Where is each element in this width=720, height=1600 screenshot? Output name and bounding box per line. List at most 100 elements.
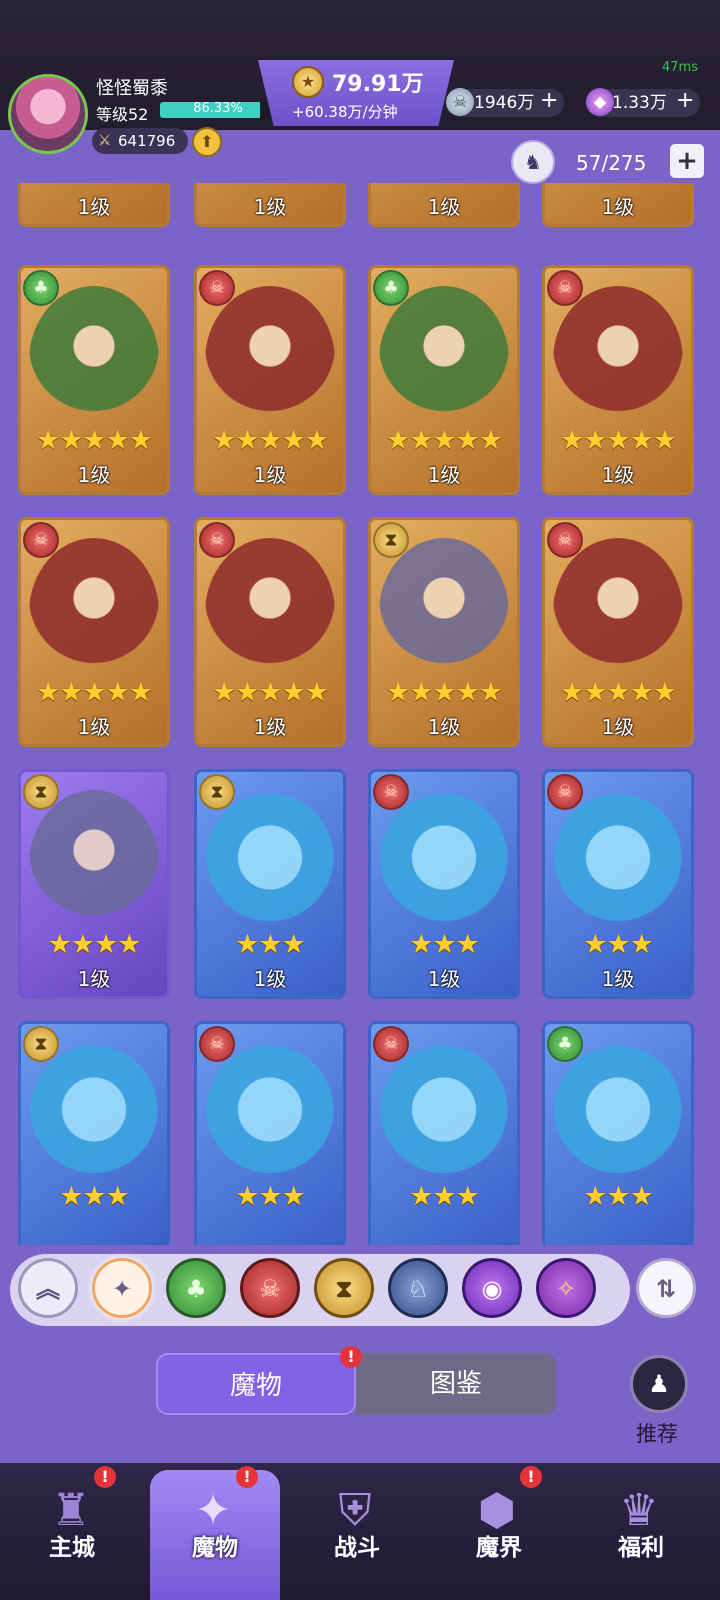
monster-count: 57/275 (576, 151, 647, 175)
gold-amount: 79.91万 (332, 72, 424, 97)
monster-portrait (553, 1042, 683, 1192)
sword-icon: ⚔ (98, 131, 112, 149)
demon-element-icon: ☠ (373, 774, 409, 810)
monster-card[interactable]: ☠ ★★★ 1级 (368, 769, 520, 999)
monster-card[interactable]: ⧗ ★★★★★ 1级 (368, 517, 520, 747)
demon-element-icon: ☠ (199, 522, 235, 558)
star-rating: ★★★ (409, 1181, 480, 1212)
monster-portrait (29, 286, 159, 436)
nature-element-icon: ♣ (23, 270, 59, 306)
star-rating: ★★★ (583, 1181, 654, 1212)
star-rating: ★★★ (409, 929, 480, 960)
time-element-icon[interactable]: ⧗ (314, 1258, 374, 1318)
dragon-element-icon[interactable]: ♘ (388, 1258, 448, 1318)
demon-element-icon: ☠ (547, 522, 583, 558)
nature-element-icon: ♣ (547, 1026, 583, 1062)
sort-icon[interactable]: ⇅ (636, 1258, 696, 1318)
silver-coin-icon: ☠ (446, 88, 474, 116)
add-silver-button[interactable]: + (540, 88, 558, 113)
monster-portrait (553, 790, 683, 940)
monster-count-icon: ♞ (511, 140, 555, 184)
gem-icon: ◆ (586, 88, 614, 116)
recommend-label[interactable]: 推荐 (636, 1418, 678, 1448)
monster-level: 1级 (253, 195, 287, 219)
nav-main-city[interactable]: 主城 (12, 1528, 132, 1562)
monster-portrait (29, 538, 159, 688)
monster-card[interactable]: ♣★★★★★1级 (368, 265, 520, 495)
monster-level: 1级 (601, 195, 635, 219)
monster-level: 1级 (427, 967, 461, 991)
monster-card[interactable]: ☠★★★★★1级 (18, 517, 170, 747)
time-element-icon: ⧗ (23, 1026, 59, 1062)
nav-monster[interactable]: 魔物 (155, 1528, 275, 1562)
nature-element-icon: ♣ (373, 270, 409, 306)
star-rating: ★★★★★ (35, 677, 153, 708)
monster-portrait (553, 286, 683, 436)
collapse-icon[interactable]: ︽ (18, 1258, 78, 1318)
nature-element-icon[interactable]: ♣ (166, 1258, 226, 1318)
monster-level: 1级 (601, 967, 635, 991)
star-rating: ★★★★★ (545, 183, 691, 188)
monster-portrait (553, 538, 683, 688)
upgrade-arrow-icon[interactable]: ⬆ (192, 127, 222, 157)
monster-portrait (379, 286, 509, 436)
monster-card[interactable]: ☠★★★★★1级 (194, 265, 346, 495)
monster-level: 1级 (253, 715, 287, 739)
ping-indicator: 47ms (662, 60, 698, 75)
monster-grid: ♣ ★★★★★ 1级 ☠ ★★★★★ 1级 ♣ ★★★★★ 1级 ☠ ★★★★★ 1级 ♣ ★★★★★ 1级… (0, 183, 720, 1245)
monster-portrait (205, 790, 335, 940)
chaos-element-icon[interactable]: ✧ (536, 1258, 596, 1318)
star-rating: ★★★★★ (21, 183, 167, 188)
monster-portrait (205, 1042, 335, 1192)
monster-card[interactable]: ♣★★★★★1级 (18, 183, 170, 227)
all-elements-icon[interactable]: ✦ (92, 1258, 152, 1318)
tab-codex[interactable]: 图鉴 (356, 1353, 556, 1415)
add-gem-button[interactable]: + (676, 88, 694, 113)
star-rating: ★★★★★ (385, 425, 503, 456)
demon-element-icon[interactable]: ☠ (240, 1258, 300, 1318)
monster-card[interactable]: ☠ ★★★ (368, 1021, 520, 1245)
monster-portrait (29, 790, 159, 940)
monster-card[interactable]: ♣★★★★★1级 (18, 265, 170, 495)
monster-card[interactable]: ☠★★★★★1级 (194, 183, 346, 227)
monster-card[interactable]: ☠★★★★★1级 (542, 265, 694, 495)
monster-level: 1级 (427, 195, 461, 219)
monster-card[interactable]: ☠ ★★★ 1级 (542, 769, 694, 999)
monster-card[interactable]: ☠★★★★★1级 (542, 517, 694, 747)
demon-element-icon: ☠ (373, 1026, 409, 1062)
star-rating: ★★★ (235, 929, 306, 960)
expand-capacity-button[interactable]: + (670, 144, 704, 178)
monster-level: 1级 (253, 967, 287, 991)
gold-coin-icon: ★ (292, 66, 324, 98)
monster-level: 1级 (427, 715, 461, 739)
player-avatar[interactable] (8, 74, 88, 154)
monster-level: 1级 (253, 463, 287, 487)
monster-card[interactable]: ☠ ★★★ (194, 1021, 346, 1245)
monster-portrait (205, 538, 335, 688)
player-name: 怪怪蜀黍 (96, 78, 168, 99)
recommend-icon[interactable]: ♟ (630, 1355, 688, 1413)
monster-level: 1级 (77, 967, 111, 991)
monster-card[interactable]: ⧗ ★★★ (18, 1021, 170, 1245)
tab-monster[interactable]: 魔物 (156, 1353, 356, 1415)
monster-card[interactable]: ☠★★★★★1级 (194, 517, 346, 747)
nav-welfare[interactable]: 福利 (581, 1528, 701, 1562)
monster-card[interactable]: ♣★★★★★1级 (368, 183, 520, 227)
star-rating: ★★★ (583, 929, 654, 960)
monster-card[interactable]: ☠★★★★★1级 (542, 183, 694, 227)
star-rating: ★★★★★ (559, 425, 677, 456)
nav-demon-realm[interactable]: 魔界 (439, 1528, 559, 1562)
monster-level: 1级 (601, 715, 635, 739)
gold-rate: +60.38万/分钟 (292, 103, 398, 121)
monster-card[interactable]: ⧗ ★★★ 1级 (194, 769, 346, 999)
star-rating: ★★★★★ (371, 183, 517, 188)
monster-card[interactable]: ♣ ★★★ (542, 1021, 694, 1245)
eye-element-icon[interactable]: ◉ (462, 1258, 522, 1318)
time-element-icon: ⧗ (373, 522, 409, 558)
time-element-icon: ⧗ (23, 774, 59, 810)
star-rating: ★★★★★ (197, 183, 343, 188)
monster-card[interactable]: ⧗ ★★★★ 1级 (18, 769, 170, 999)
tab-notification-badge: ! (340, 1346, 362, 1368)
demon-element-icon: ☠ (547, 774, 583, 810)
nav-battle[interactable]: 战斗 (297, 1528, 417, 1562)
